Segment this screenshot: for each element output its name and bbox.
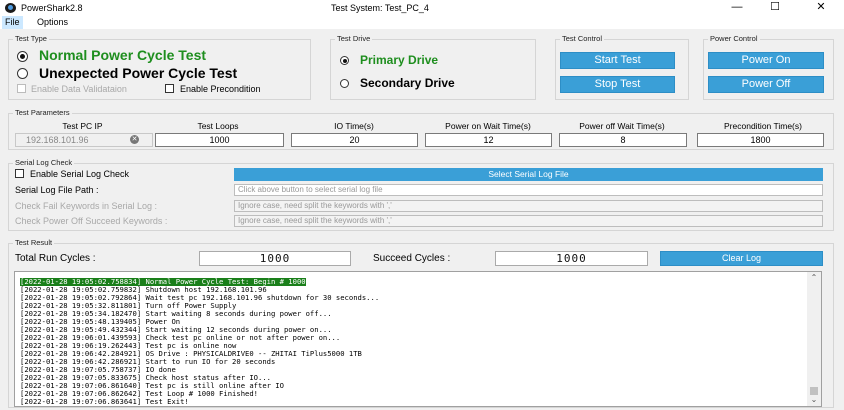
normal-test-label[interactable]: Normal Power Cycle Test [39,47,206,63]
on-wait-header: Power on Wait Time(s) [445,121,531,131]
on-wait-field[interactable]: 12 [425,133,552,147]
unexpected-test-label[interactable]: Unexpected Power Cycle Test [39,65,237,81]
window-title: Test System: Test_PC_4 [331,3,429,13]
menu-file[interactable]: File [2,16,23,29]
off-wait-header: Power off Wait Time(s) [579,121,665,131]
test-drive-group: Test Drive [330,34,536,100]
precondition-field[interactable]: 1800 [697,133,824,147]
ip-header: Test PC IP [62,121,103,131]
test-type-title: Test Type [13,34,49,44]
log-scrollbar[interactable]: ⌃ ⌄ [807,272,821,406]
primary-drive-label[interactable]: Primary Drive [360,53,438,67]
succeed-cycles-value: 1000 [495,251,648,266]
chevron-up-icon[interactable]: ⌃ [807,272,821,284]
stop-test-button[interactable]: Stop Test [560,76,675,93]
precondition-checkbox[interactable] [165,84,174,93]
test-control-title: Test Control [560,34,605,44]
minimize-button[interactable]: — [722,0,752,16]
serial-path-field[interactable]: Click above button to select serial log … [234,184,823,196]
success-keywords-field[interactable]: Ignore case, need split the keywords wit… [234,215,823,227]
loops-header: Test Loops [197,121,239,131]
test-result-title: Test Result [13,238,55,248]
app-icon [5,3,16,13]
ip-value: 192.168.101.96 [26,135,89,145]
success-keywords-label: Check Power Off Succeed Keywords : [15,216,168,226]
menu-bar: File Options [0,16,844,29]
power-on-button[interactable]: Power On [708,52,824,69]
fail-keywords-label: Check Fail Keywords in Serial Log : [15,201,158,211]
clear-log-button[interactable]: Clear Log [660,251,823,266]
close-button[interactable]: ✕ [806,0,836,16]
serial-path-label: Serial Log File Path : [15,185,99,195]
serial-log-checkbox[interactable] [15,169,24,178]
title-bar: PowerShark2.8 Test System: Test_PC_4 — ☐… [0,0,844,16]
total-cycles-value: 1000 [199,251,351,266]
precondition-label: Enable Precondition [180,84,261,94]
log-lines: [2022-01-28 19:05:02.758834] Normal Powe… [20,278,379,398]
normal-test-radio[interactable] [17,51,28,62]
menu-options[interactable]: Options [34,16,71,29]
secondary-drive-label[interactable]: Secondary Drive [360,76,455,90]
test-parameters-title: Test Parameters [13,108,72,118]
loops-field[interactable]: 1000 [155,133,284,147]
clear-icon[interactable]: ✕ [130,135,139,144]
unexpected-test-radio[interactable] [17,68,28,79]
succeed-cycles-label: Succeed Cycles : [373,253,451,264]
secondary-drive-radio[interactable] [340,79,349,88]
precondition-header: Precondition Time(s) [724,121,802,131]
chevron-down-icon[interactable]: ⌄ [807,394,821,406]
test-drive-title: Test Drive [335,34,373,44]
io-time-header: IO Time(s) [334,121,374,131]
primary-drive-radio[interactable] [340,56,349,65]
start-test-button[interactable]: Start Test [560,52,675,69]
data-validation-checkbox[interactable] [17,84,26,93]
select-serial-log-button[interactable]: Select Serial Log File [234,168,823,181]
total-cycles-label: Total Run Cycles : [15,253,96,264]
fail-keywords-field[interactable]: Ignore case, need split the keywords wit… [234,200,823,212]
data-validation-label: Enable Data Validataion [31,84,127,94]
io-time-field[interactable]: 20 [291,133,418,147]
maximize-button[interactable]: ☐ [760,0,790,16]
power-off-button[interactable]: Power Off [708,76,824,93]
serial-log-title: Serial Log Check [13,158,75,168]
serial-log-enable-label: Enable Serial Log Check [30,169,130,179]
app-name: PowerShark2.8 [21,3,83,13]
power-control-title: Power Control [708,34,760,44]
log-textbox[interactable]: [2022-01-28 19:05:02.758834] Normal Powe… [14,271,822,407]
log-exit-line: [2022-01-28 19:07:06.863641] Test Exit! [20,397,189,406]
off-wait-field[interactable]: 8 [559,133,687,147]
